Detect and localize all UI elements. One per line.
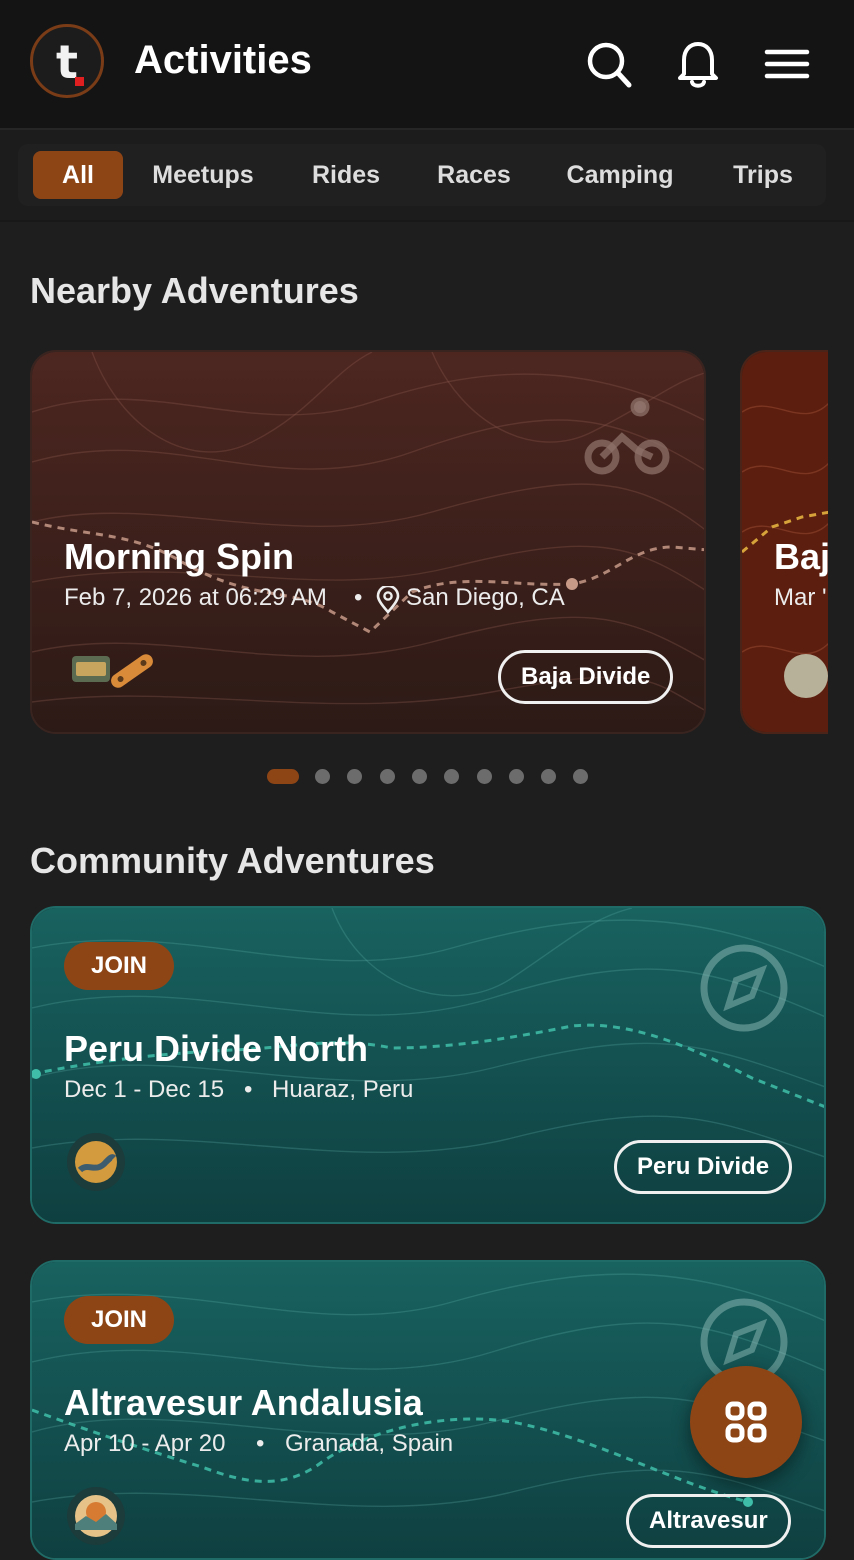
group-pill-peru-divide[interactable]: Peru Divide bbox=[614, 1140, 793, 1194]
pager-dot[interactable] bbox=[347, 769, 363, 784]
location-pin-icon bbox=[376, 584, 400, 614]
card-location: San Diego, CA bbox=[406, 584, 565, 611]
group-avatar-altravesur bbox=[66, 1486, 126, 1546]
tab-rides[interactable]: Rides bbox=[303, 151, 389, 199]
community-adventures-heading: Community Adventures bbox=[30, 840, 435, 881]
meta-separator: • bbox=[244, 1076, 253, 1103]
pager-dot-active[interactable] bbox=[267, 769, 299, 784]
pager-dot[interactable] bbox=[315, 769, 330, 784]
card-date: Feb 7, 2026 at 06:29 AM bbox=[64, 584, 327, 611]
meta-separator: • bbox=[256, 1430, 265, 1457]
group-badges bbox=[68, 646, 160, 696]
card-dates: Apr 10 - Apr 20 bbox=[64, 1430, 226, 1457]
group-avatar-peru-divide bbox=[66, 1132, 126, 1192]
card-title: Baj bbox=[774, 536, 828, 577]
tab-races[interactable]: Races bbox=[428, 151, 520, 199]
card-dates: Dec 1 - Dec 15 bbox=[64, 1076, 225, 1103]
pager-dot[interactable] bbox=[508, 769, 524, 784]
pager-dot[interactable] bbox=[379, 769, 395, 784]
group-pill-baja-divide[interactable]: Baja Divide bbox=[498, 650, 674, 704]
carousel-pager bbox=[0, 762, 854, 790]
card-location: Granada, Spain bbox=[285, 1430, 454, 1457]
pager-dot[interactable] bbox=[411, 769, 427, 784]
card-location: Huaraz, Peru bbox=[272, 1076, 414, 1103]
card-title: Altravesur Andalusia bbox=[64, 1382, 423, 1423]
logo-red-dot bbox=[75, 77, 84, 86]
pager-dot[interactable] bbox=[573, 769, 589, 784]
pager-dot[interactable] bbox=[476, 769, 492, 784]
apps-fab-button[interactable] bbox=[690, 1366, 802, 1478]
filter-tab-bar: All Meetups Rides Races Camping Trips bbox=[0, 130, 854, 222]
pager-dot[interactable] bbox=[541, 769, 557, 784]
meta-separator: • bbox=[354, 584, 363, 611]
logo-letter: t bbox=[56, 35, 78, 89]
app-logo[interactable]: t bbox=[30, 24, 104, 98]
tab-all[interactable]: All bbox=[33, 151, 123, 199]
adventure-card-morning-spin[interactable]: Morning Spin Feb 7, 2026 at 06:29 AM • S… bbox=[30, 350, 706, 734]
adventure-card-peru-divide-north[interactable]: JOIN Peru Divide North Dec 1 - Dec 15 • … bbox=[30, 906, 826, 1224]
tab-camping[interactable]: Camping bbox=[560, 151, 680, 199]
top-app-bar: t Activities bbox=[0, 0, 854, 130]
group-pill-altravesur[interactable]: Altravesur bbox=[626, 1494, 791, 1548]
join-badge[interactable]: JOIN bbox=[64, 1296, 174, 1344]
card-title: Peru Divide North bbox=[64, 1028, 369, 1069]
join-badge[interactable]: JOIN bbox=[64, 942, 174, 990]
bell-icon[interactable] bbox=[674, 38, 722, 90]
search-icon[interactable] bbox=[585, 38, 633, 90]
card-title: Morning Spin bbox=[64, 536, 294, 577]
tab-trips[interactable]: Trips bbox=[723, 151, 803, 199]
filter-tabs: All Meetups Rides Races Camping Trips bbox=[18, 144, 826, 206]
grid-icon bbox=[725, 1401, 767, 1443]
pager-dot[interactable] bbox=[444, 769, 460, 784]
tab-meetups[interactable]: Meetups bbox=[142, 151, 264, 199]
menu-icon[interactable] bbox=[763, 38, 811, 90]
card-date: Mar ' bbox=[774, 584, 827, 611]
page-title: Activities bbox=[134, 38, 312, 82]
nearby-adventures-heading: Nearby Adventures bbox=[30, 270, 359, 311]
adventure-card-peek[interactable]: Baj Mar ' bbox=[740, 350, 828, 734]
